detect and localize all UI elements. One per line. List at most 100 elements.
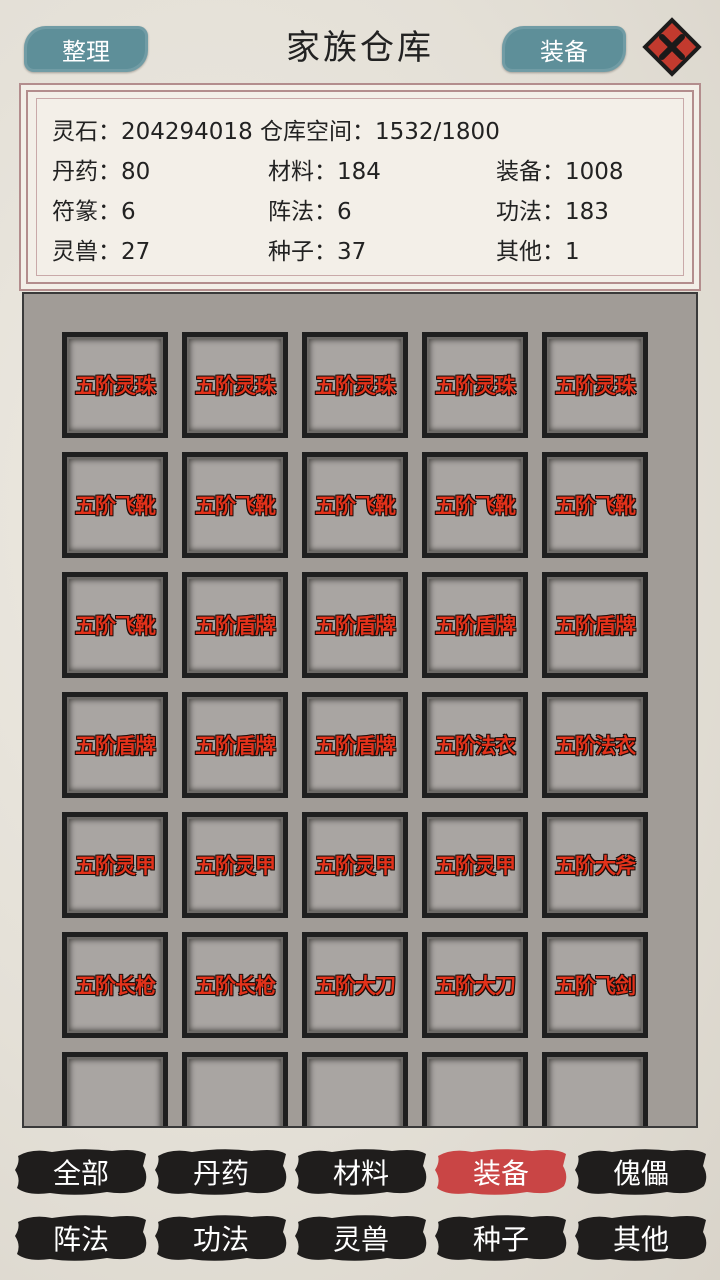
item-name: 五阶飞靴 [75,614,156,638]
item-name: 五阶大刀 [435,974,516,998]
stat-techniques: 功法：183 [496,199,609,225]
tab-label: 种子 [472,1223,529,1256]
item-name: 五阶盾牌 [435,614,516,638]
item-slot[interactable] [542,1052,648,1126]
item-name: 五阶飞靴 [75,494,156,518]
item-name: 五阶灵珠 [435,374,516,398]
item-slot[interactable] [302,1052,408,1126]
item-name: 五阶灵珠 [195,374,276,398]
item-grid[interactable]: 五阶灵珠 五阶灵珠 五阶灵珠 五阶灵珠 五阶灵珠 五阶飞靴 五阶飞靴 五阶飞靴 五阶飞靴 五阶飞靴… [22,292,698,1128]
item-name: 五阶灵甲 [75,854,156,878]
item-slot[interactable]: 五阶灵甲 [182,812,288,918]
stat-talismans: 符篆：6 [52,199,136,225]
item-slot[interactable]: 五阶飞靴 [62,452,168,558]
item-slot[interactable] [422,1052,528,1126]
item-name: 五阶飞靴 [195,494,276,518]
item-name: 五阶大斧 [555,854,636,878]
item-slot[interactable]: 五阶法衣 [422,692,528,798]
tab-label: 功法 [192,1223,249,1256]
item-name: 五阶大刀 [315,974,396,998]
item-slot[interactable]: 五阶长枪 [62,932,168,1038]
item-slot[interactable]: 五阶盾牌 [182,572,288,678]
tab-label: 装备 [472,1157,529,1190]
item-name: 五阶灵甲 [195,854,276,878]
tab-4[interactable]: 装备 [432,1146,570,1198]
equipment-button[interactable]: 装备 [502,26,626,72]
item-name: 五阶盾牌 [315,614,396,638]
item-name: 五阶盾牌 [195,734,276,758]
stat-materials: 材料：184 [268,159,381,185]
item-slot[interactable]: 五阶灵珠 [422,332,528,438]
warehouse-stats-panel: 灵石：204294018 仓库空间：1532/1800 丹药：80 材料：184… [26,90,694,284]
close-button[interactable] [640,15,704,79]
item-slot[interactable]: 五阶盾牌 [422,572,528,678]
item-name: 五阶灵甲 [315,854,396,878]
item-name: 五阶灵珠 [315,374,396,398]
item-slot[interactable]: 五阶盾牌 [302,692,408,798]
item-name: 五阶灵珠 [555,374,636,398]
item-slot[interactable]: 五阶大刀 [302,932,408,1038]
item-slot[interactable]: 五阶盾牌 [62,692,168,798]
item-slot[interactable]: 五阶飞靴 [182,452,288,558]
stat-beasts: 灵兽：27 [52,239,151,265]
item-slot[interactable]: 五阶灵珠 [542,332,648,438]
item-name: 五阶飞剑 [555,974,636,998]
item-slot[interactable]: 五阶灵珠 [182,332,288,438]
item-slot[interactable]: 五阶飞靴 [302,452,408,558]
tab-label: 材料 [332,1157,389,1190]
tab-3[interactable]: 材料 [292,1146,430,1198]
item-slot[interactable]: 五阶灵甲 [422,812,528,918]
item-slot[interactable]: 五阶盾牌 [182,692,288,798]
item-slot[interactable]: 五阶飞靴 [422,452,528,558]
tab-8[interactable]: 灵兽 [292,1212,430,1264]
item-slot[interactable]: 五阶灵甲 [62,812,168,918]
tab-9[interactable]: 种子 [432,1212,570,1264]
item-name: 五阶盾牌 [555,614,636,638]
tab-label: 阵法 [52,1223,109,1256]
tab-label: 其他 [612,1223,669,1256]
item-name: 五阶法衣 [555,734,636,758]
item-slot[interactable]: 五阶灵珠 [302,332,408,438]
item-name: 五阶法衣 [435,734,516,758]
stat-others: 其他：1 [496,239,580,265]
stat-equipment: 装备：1008 [496,159,624,185]
item-slot[interactable] [182,1052,288,1126]
item-name: 五阶飞靴 [315,494,396,518]
tab-10[interactable]: 其他 [572,1212,710,1264]
stat-pills: 丹药：80 [52,159,151,185]
stat-seeds: 种子：37 [268,239,367,265]
item-slot[interactable]: 五阶大刀 [422,932,528,1038]
item-name: 五阶灵甲 [435,854,516,878]
item-slot[interactable]: 五阶飞靴 [62,572,168,678]
item-name: 五阶飞靴 [435,494,516,518]
item-name: 五阶长枪 [75,974,156,998]
equipment-button-label: 装备 [540,37,588,66]
item-name: 五阶盾牌 [315,734,396,758]
tab-5[interactable]: 傀儡 [572,1146,710,1198]
item-name: 五阶盾牌 [75,734,156,758]
tab-7[interactable]: 功法 [152,1212,290,1264]
item-slot[interactable]: 五阶长枪 [182,932,288,1038]
spirit-stone-and-capacity: 灵石：204294018 仓库空间：1532/1800 [52,119,500,145]
item-slot[interactable]: 五阶飞靴 [542,452,648,558]
tab-6[interactable]: 阵法 [12,1212,150,1264]
tab-1[interactable]: 全部 [12,1146,150,1198]
item-slot[interactable]: 五阶盾牌 [542,572,648,678]
item-slot[interactable]: 五阶大斧 [542,812,648,918]
tab-label: 傀儡 [612,1157,669,1190]
tab-2[interactable]: 丹药 [152,1146,290,1198]
tab-label: 全部 [52,1157,109,1190]
item-name: 五阶盾牌 [195,614,276,638]
item-slot[interactable]: 五阶盾牌 [302,572,408,678]
item-slot[interactable] [62,1052,168,1126]
close-icon [642,17,702,77]
item-slot[interactable]: 五阶飞剑 [542,932,648,1038]
tab-label: 丹药 [192,1157,249,1190]
item-slot[interactable]: 五阶法衣 [542,692,648,798]
stat-formations: 阵法：6 [268,199,352,225]
item-slot[interactable]: 五阶灵珠 [62,332,168,438]
item-name: 五阶长枪 [195,974,276,998]
item-name: 五阶飞靴 [555,494,636,518]
tab-label: 灵兽 [332,1223,389,1256]
item-slot[interactable]: 五阶灵甲 [302,812,408,918]
